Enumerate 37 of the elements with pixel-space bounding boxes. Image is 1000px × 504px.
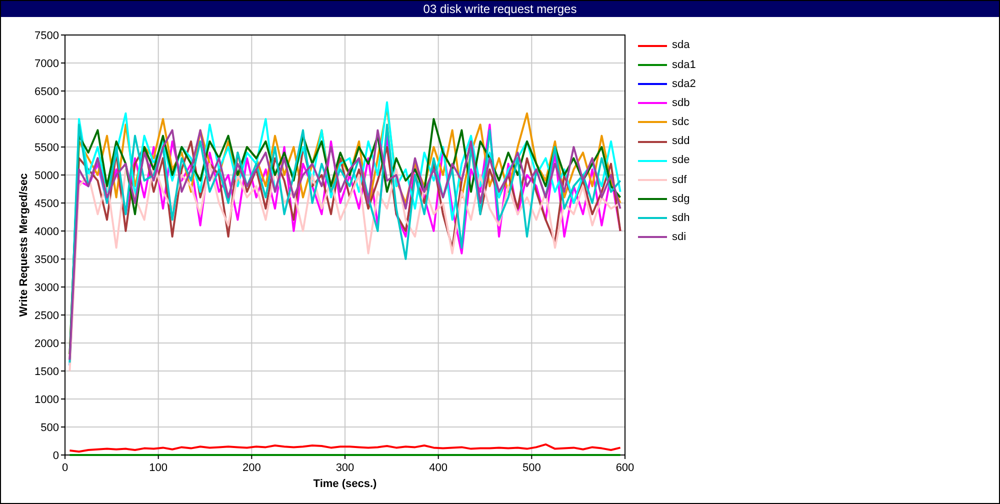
legend-label: sda2 — [672, 76, 696, 92]
tick-label: 400 — [429, 462, 448, 474]
tick-label: 4500 — [34, 198, 59, 210]
tick-label: 5500 — [34, 142, 59, 154]
legend-label: sdi — [672, 230, 686, 246]
tick-label: 500 — [40, 422, 59, 434]
legend-label: sdc — [672, 115, 690, 130]
axis-title: Write Requests Merged/sec — [18, 173, 30, 317]
legend-label: sdg — [672, 192, 690, 207]
tick-label: 4000 — [34, 226, 59, 238]
tick-label: 3500 — [34, 254, 59, 266]
tick-label: 0 — [62, 462, 68, 474]
tick-label: 500 — [522, 462, 541, 474]
tick-label: 200 — [242, 462, 261, 474]
legend-label: sdb — [672, 96, 690, 111]
axis-title: Time (secs.) — [313, 478, 377, 490]
tick-label: 6500 — [34, 86, 59, 98]
legend-label: sdf — [672, 172, 687, 188]
tick-label: 2000 — [34, 338, 59, 350]
chart-title: 03 disk write request merges — [1, 1, 999, 17]
legend-label: sde — [672, 153, 690, 168]
tick-label: 7000 — [34, 58, 59, 70]
tick-label: 6000 — [34, 114, 59, 126]
tick-label: 100 — [149, 462, 168, 474]
tick-label: 2500 — [34, 310, 59, 322]
legend-label: sdh — [672, 211, 690, 226]
legend-label: sda1 — [672, 58, 696, 73]
tick-label: 1000 — [34, 394, 59, 406]
tick-label: 300 — [336, 462, 354, 474]
tick-label: 7500 — [34, 30, 59, 42]
tick-label: 0 — [52, 450, 59, 462]
tick-label: 1500 — [34, 366, 59, 378]
tick-label: 3000 — [34, 282, 59, 294]
tick-label: 600 — [616, 462, 634, 474]
legend-label: sda — [672, 38, 690, 54]
tick-label: 5000 — [34, 170, 59, 182]
legend-label: sdd — [672, 134, 690, 150]
